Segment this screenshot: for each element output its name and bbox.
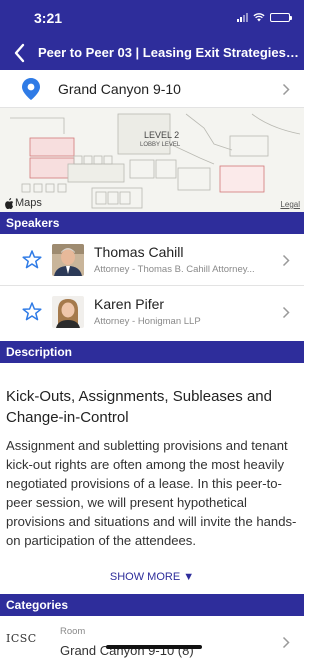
status-bar: 3:21 [0,0,304,36]
star-outline-icon[interactable] [22,250,42,269]
speaker-row[interactable]: Karen Pifer Attorney - Honigman LLP [0,286,304,338]
speaker-subtitle: Attorney - Honigman LLP [94,316,201,327]
speaker-subtitle: Attorney - Thomas B. Cahill Attorney... [94,264,255,275]
session-description: Assignment and subletting provisions and… [6,438,297,548]
apple-logo-icon [5,197,14,209]
icsc-logo: ICSC [6,632,37,645]
speakers-header: Speakers [0,212,304,234]
battery-icon [270,12,292,22]
session-title: Kick-Outs, Assignments, Subleases and Ch… [6,388,272,426]
maps-label: Maps [15,197,42,209]
location-row[interactable]: Grand Canyon 9-10 [0,70,304,108]
chevron-right-icon [282,83,290,96]
speaker-name: Thomas Cahill [94,244,184,260]
chevron-right-icon [282,306,290,319]
back-chevron-icon[interactable] [8,40,32,66]
show-more-button[interactable]: SHOW MORE ▼ [0,571,304,583]
description-header: Description [0,341,304,363]
categories-header: Categories [0,594,304,616]
map-level-sublabel: LOBBY LEVEL [140,142,181,148]
category-label: Room [60,626,86,637]
star-outline-icon[interactable] [22,302,42,321]
status-icons [237,12,292,22]
home-indicator [106,645,202,649]
map-level-label: LEVEL 2 [144,130,179,140]
legal-link[interactable]: Legal [280,200,300,209]
speaker-name: Karen Pifer [94,296,165,312]
wifi-icon [253,13,265,22]
signal-icon [237,12,248,22]
maps-attribution: Maps [4,197,42,209]
page-title: Peer to Peer 03 | Leasing Exit Strategie… [38,45,300,60]
map-pin-icon [22,78,40,100]
speaker-row[interactable]: Thomas Cahill Attorney - Thomas B. Cahil… [0,234,304,286]
category-row[interactable]: ICSC Room Grand Canyon 9-10 (8) [0,616,304,660]
speaker-photo [52,296,84,328]
nav-bar: Peer to Peer 03 | Leasing Exit Strategie… [0,36,304,70]
chevron-right-icon [282,636,290,649]
chevron-right-icon [282,254,290,267]
venue-map[interactable]: LEVEL 2 LOBBY LEVEL Maps Legal [0,108,304,212]
status-time: 3:21 [34,10,63,26]
speaker-photo [52,244,84,276]
location-label: Grand Canyon 9-10 [58,81,181,97]
floor-plan-drawing: LEVEL 2 LOBBY LEVEL [10,113,301,209]
